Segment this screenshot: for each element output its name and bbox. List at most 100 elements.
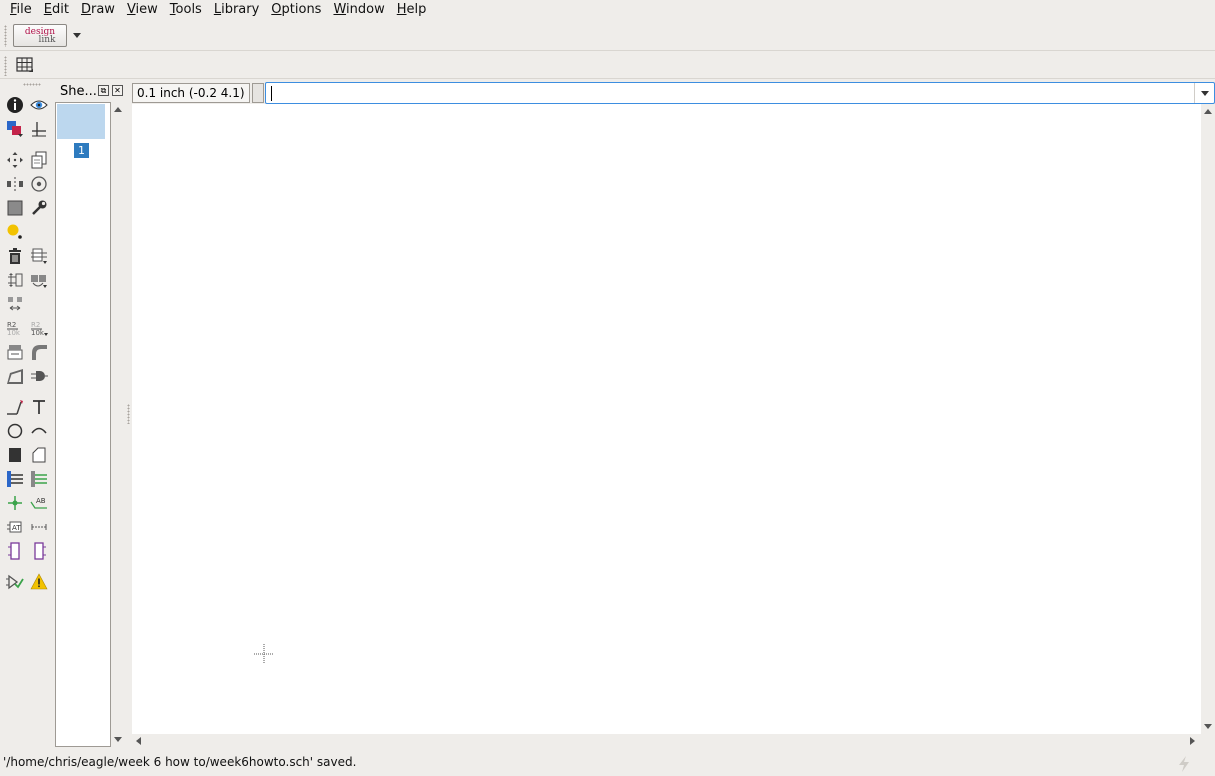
text-icon[interactable] [28,396,50,418]
errors-icon[interactable] [28,571,50,593]
name-icon[interactable]: R2 10k [4,317,26,339]
wire-icon[interactable] [4,396,26,418]
polygon-icon[interactable] [28,444,50,466]
copy-icon[interactable] [28,149,50,171]
menu-edit[interactable]: Edit [38,0,75,20]
scroll-up-icon[interactable] [114,107,122,112]
menu-help[interactable]: Help [391,0,433,20]
menu-label-rest: dit [52,2,69,17]
info-icon[interactable] [4,94,26,116]
menu-window[interactable]: Window [327,0,390,20]
frame-icon[interactable] [4,540,26,562]
design-link-button[interactable]: design link [13,24,67,47]
scroll-right-icon[interactable] [1190,737,1195,745]
menu-library[interactable]: Library [208,0,265,20]
rect-icon[interactable] [4,444,26,466]
svg-text:AT: AT [12,524,21,532]
menu-mnemonic: H [396,2,407,17]
erc-icon[interactable] [4,571,26,593]
replace-icon[interactable] [28,269,50,291]
command-line[interactable] [265,82,1215,104]
crosshair-cursor-icon [254,644,274,664]
menu-file[interactable]: File [4,0,38,20]
attribute-icon[interactable]: AT [4,516,26,538]
arc-icon[interactable] [28,420,50,442]
menu-mnemonic: L [213,2,222,17]
group-icon[interactable] [4,197,26,219]
smash-icon[interactable] [4,341,26,363]
scroll-down-icon[interactable] [114,737,122,742]
junction-icon[interactable] [4,492,26,514]
svg-text:R2: R2 [31,321,40,329]
rotate-icon[interactable] [28,173,50,195]
status-message: '/home/chris/eagle/week 6 how to/week6ho… [3,755,357,769]
svg-text:R2: R2 [7,321,16,329]
paste-icon[interactable] [3,220,25,242]
scroll-left-icon[interactable] [136,737,141,745]
sheets-title: She... [60,84,97,99]
close-panel-icon[interactable]: ✕ [112,85,123,96]
sheet-thumbnail[interactable] [57,104,105,139]
toolbar-grip[interactable] [23,83,41,86]
grid-coordinate-display: 0.1 inch (-0.2 4.1) [132,83,250,103]
pinswap-icon[interactable] [4,269,26,291]
sheets-panel: She... ⧉ ✕ 1 [55,82,126,748]
net-icon[interactable] [28,468,50,490]
scroll-down-icon[interactable] [1204,724,1212,729]
sheets-title-bar: She... ⧉ ✕ [55,82,126,102]
svg-text:10k: 10k [31,329,45,337]
toolbar-grip[interactable] [4,25,7,47]
svg-text:AB: AB [36,497,46,505]
split-icon[interactable] [4,365,26,387]
menubar: File Edit Draw View Tools Library Options Windo… [0,0,1215,20]
menu-draw[interactable]: Draw [75,0,121,20]
mark-icon[interactable] [28,118,50,140]
schematic-canvas[interactable] [132,104,1201,734]
toolbar-grip[interactable] [4,56,7,76]
menu-label-rest: ibrary [221,2,260,17]
change-icon[interactable] [28,197,50,219]
menu-label-rest: ools [175,2,202,17]
show-icon[interactable] [28,94,50,116]
invoke-icon[interactable] [28,365,50,387]
svg-text:10k: 10k [7,329,21,337]
mirror-icon[interactable] [4,173,26,195]
scroll-up-icon[interactable] [1204,109,1212,114]
lightning-icon [1176,755,1192,773]
label-icon[interactable]: AB [28,492,50,514]
add-icon[interactable] [28,245,50,267]
sheets-scrollbar[interactable] [111,102,125,747]
grid-icon[interactable] [16,57,34,73]
menu-view[interactable]: View [121,0,164,20]
sheet-number[interactable]: 1 [74,143,89,158]
grid-toolbar [0,52,1215,79]
dimension-icon[interactable] [28,516,50,538]
menu-label-rest: indow [346,2,385,17]
float-panel-icon[interactable]: ⧉ [98,85,109,96]
display-layers-icon[interactable] [4,118,26,140]
menu-label-rest: ptions [281,2,322,17]
value-icon[interactable]: R2 10k [28,317,50,339]
text-caret [271,86,272,101]
frame2-icon[interactable] [28,540,50,562]
gateswap-icon[interactable] [4,293,26,315]
design-link-dropdown-icon[interactable] [73,33,81,38]
menu-tools[interactable]: Tools [164,0,208,20]
delete-icon[interactable] [4,245,26,267]
move-icon[interactable] [4,149,26,171]
coordinate-toggle-button[interactable] [252,83,264,103]
canvas-vertical-scrollbar[interactable] [1201,104,1215,734]
canvas-horizontal-scrollbar[interactable] [132,734,1201,748]
miter-icon[interactable] [28,341,50,363]
menu-mnemonic: E [43,2,52,17]
menu-options[interactable]: Options [265,0,327,20]
menu-label-rest: raw [90,2,115,17]
menu-mnemonic: W [333,2,347,17]
menu-mnemonic: O [271,2,282,17]
circle-icon[interactable] [4,420,26,442]
panel-splitter[interactable] [127,404,130,424]
command-history-dropdown-icon[interactable] [1194,83,1214,103]
sheets-list: 1 [55,102,111,747]
bus-icon[interactable] [4,468,26,490]
command-input[interactable] [270,85,1190,101]
